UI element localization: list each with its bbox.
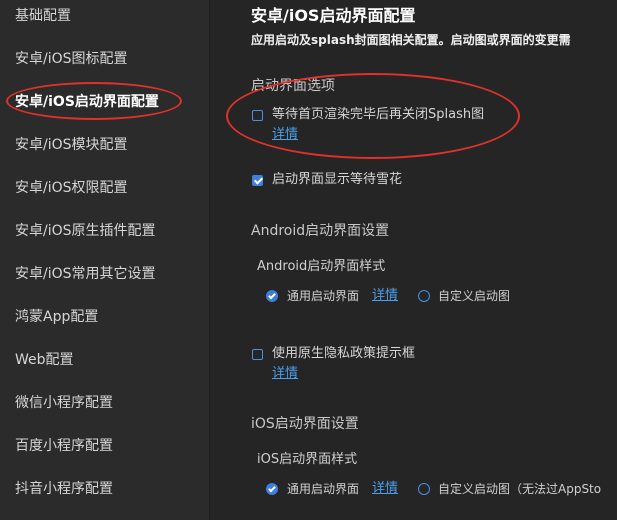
ios-custom-splash-label: 自定义启动图（无法过AppSto: [438, 482, 602, 496]
show-waiting-snow-checkbox[interactable]: [252, 175, 263, 186]
ios-default-splash-label: 通用启动界面: [287, 482, 360, 496]
section-title-android: Android启动界面设置: [251, 223, 390, 239]
section-title-ios: iOS启动界面设置: [251, 416, 359, 432]
page-description: 应用启动及splash封面图相关配置。启动图或界面的变更需: [251, 33, 571, 47]
main-panel: 安卓/iOS启动界面配置 应用启动及splash封面图相关配置。启动图或界面的变…: [211, 0, 617, 520]
sidebar-item-basic[interactable]: 基础配置: [15, 7, 71, 25]
android-style-title: Android启动界面样式: [257, 259, 386, 274]
sidebar-item-wechat-miniprogram[interactable]: 微信小程序配置: [15, 394, 113, 412]
settings-window: 基础配置 安卓/iOS图标配置 安卓/iOS启动界面配置 安卓/iOS模块配置 …: [0, 0, 617, 520]
sidebar-item-harmony-app[interactable]: 鸿蒙App配置: [15, 308, 98, 326]
sidebar-item-splash-config[interactable]: 安卓/iOS启动界面配置: [15, 93, 159, 111]
sidebar-item-icon-config[interactable]: 安卓/iOS图标配置: [15, 50, 128, 68]
sidebar: 基础配置 安卓/iOS图标配置 安卓/iOS启动界面配置 安卓/iOS模块配置 …: [0, 0, 210, 520]
ios-custom-splash-radio[interactable]: [418, 483, 430, 495]
close-after-render-checkbox[interactable]: [252, 110, 263, 121]
native-privacy-detail-link[interactable]: 详情: [272, 366, 298, 382]
ios-style-title: iOS启动界面样式: [257, 452, 358, 467]
android-custom-splash-radio[interactable]: [418, 290, 430, 302]
page-title: 安卓/iOS启动界面配置: [251, 6, 416, 25]
android-default-splash-detail-link[interactable]: 详情: [372, 288, 398, 304]
sidebar-item-douyin-miniprogram[interactable]: 抖音小程序配置: [15, 480, 113, 498]
android-default-splash-label: 通用启动界面: [287, 289, 360, 303]
section-title-splash-options: 启动界面选项: [251, 78, 335, 94]
close-after-render-label: 等待首页渲染完毕后再关闭Splash图: [272, 107, 485, 122]
android-default-splash-radio[interactable]: [266, 290, 278, 302]
ios-default-splash-detail-link[interactable]: 详情: [372, 481, 398, 497]
close-after-render-detail-link[interactable]: 详情: [272, 127, 298, 143]
sidebar-item-permission-config[interactable]: 安卓/iOS权限配置: [15, 179, 128, 197]
sidebar-item-baidu-miniprogram[interactable]: 百度小程序配置: [15, 437, 113, 455]
sidebar-item-native-plugin-config[interactable]: 安卓/iOS原生插件配置: [15, 222, 156, 240]
native-privacy-checkbox[interactable]: [252, 349, 263, 360]
sidebar-item-module-config[interactable]: 安卓/iOS模块配置: [15, 136, 128, 154]
show-waiting-snow-label: 启动界面显示等待雪花: [272, 172, 403, 187]
sidebar-item-web[interactable]: Web配置: [15, 351, 74, 369]
native-privacy-label: 使用原生隐私政策提示框: [272, 346, 416, 361]
android-custom-splash-label: 自定义启动图: [438, 289, 511, 303]
ios-default-splash-radio[interactable]: [266, 483, 278, 495]
sidebar-item-other-settings[interactable]: 安卓/iOS常用其它设置: [15, 265, 156, 283]
